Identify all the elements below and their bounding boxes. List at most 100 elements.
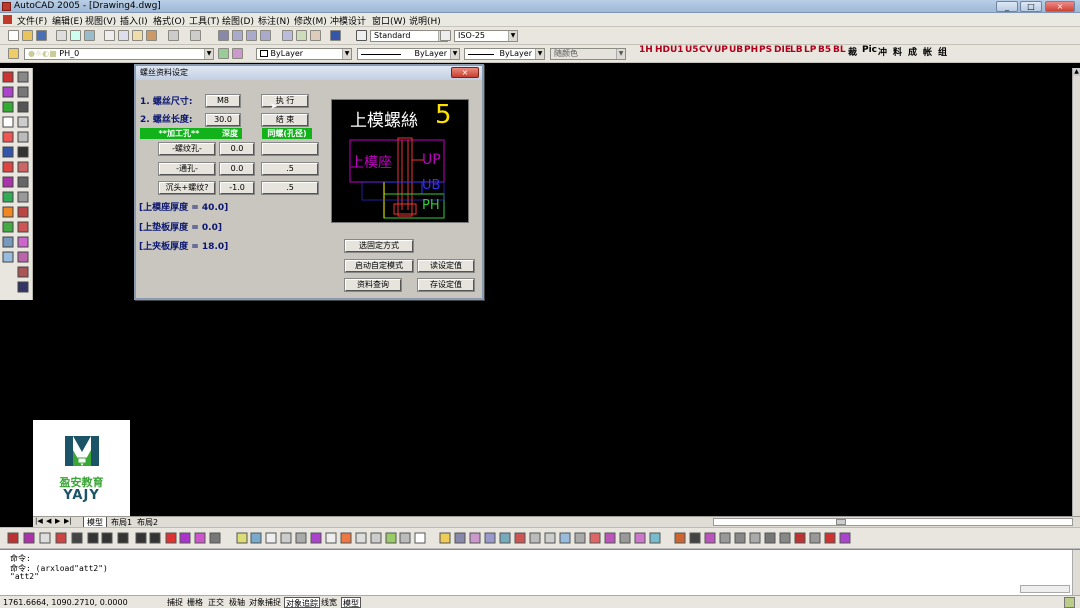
tool-cv-button[interactable]: CV [699,45,713,59]
publish-icon[interactable] [84,30,95,41]
layer-select[interactable]: ●☼◐■ PH_0 ▼ [24,48,214,60]
tool-cut-button[interactable]: 裁 [848,45,857,59]
save-icon[interactable] [36,30,47,41]
screw-size-button[interactable]: M8 [205,94,241,108]
menu-edit[interactable]: 编辑(E) [52,14,83,27]
otrack-toggle[interactable]: 对象追踪 [284,597,320,608]
tool-pic-button[interactable]: Pic [862,45,877,59]
tab-nav-first-icon[interactable]: |◀ [35,517,43,525]
thread-hole-depth-input[interactable]: 0.0 [219,142,255,156]
menu-help[interactable]: 说明(H) [409,14,441,27]
tool-up-button[interactable]: UP [714,45,728,59]
polar-toggle[interactable]: 极轴 [228,597,246,608]
zoom-previous-icon[interactable] [260,30,271,41]
new-file-icon[interactable] [8,30,19,41]
menu-dimension[interactable]: 标注(N) [258,14,290,27]
text-style-icon[interactable] [356,30,367,41]
zoom-realtime-icon[interactable] [232,30,243,41]
scrollbar-thumb[interactable] [836,519,846,525]
paste-icon[interactable] [132,30,143,41]
match-properties-icon[interactable] [146,30,157,41]
menu-modify[interactable]: 修改(M) [294,14,327,27]
tool-u5-button[interactable]: U5 [685,45,699,59]
tool-die-button[interactable]: DIE [774,45,791,59]
screw-length-button[interactable]: 30.0 [205,113,241,127]
through-hole-value-input[interactable]: .5 [261,162,319,176]
thread-hole-value-input[interactable] [261,142,319,156]
tab-nav-next-icon[interactable]: ▶ [55,517,60,525]
menu-insert[interactable]: 插入(I) [120,14,148,27]
menu-file[interactable]: 文件(F) [17,14,47,27]
help-icon[interactable] [330,30,341,41]
color-select[interactable]: ByLayer ▼ [256,48,352,60]
model-toggle[interactable]: 模型 [341,597,361,608]
plot-style-select[interactable]: 随颜色 ▼ [550,48,626,60]
save-settings-button[interactable]: 存设定值 [417,278,475,292]
doc-icon[interactable] [3,15,12,24]
snap-toggle[interactable]: 捕捉 [166,597,184,608]
counterbore-value-input[interactable]: .5 [261,181,319,195]
layer-manager-icon[interactable] [8,48,19,59]
tool-bl-button[interactable]: BL [833,45,846,59]
start-custom-mode-button[interactable]: 启动自定模式 [344,259,414,273]
lineweight-toggle[interactable]: 线宽 [320,597,338,608]
tool-hd-button[interactable]: HD [655,45,670,59]
close-window-button[interactable]: × [1045,1,1075,12]
pan-icon[interactable] [218,30,229,41]
tool-ps-button[interactable]: PS [759,45,772,59]
copy-icon[interactable] [118,30,129,41]
through-hole-depth-input[interactable]: 0.0 [219,162,255,176]
autocad-app-icon[interactable] [2,2,11,11]
tool-material-button[interactable]: 料 [893,45,902,59]
osnap-toggle[interactable]: 对象捕捉 [248,597,282,608]
tool-punch-button[interactable]: 冲 [878,45,887,59]
dialog-title-bar[interactable]: 螺丝资料设定 [136,66,482,80]
counterbore-thread-button[interactable]: 沉头+螺纹? [158,181,216,195]
print-preview-icon[interactable] [70,30,81,41]
select-fix-method-button[interactable]: 选固定方式 [344,239,414,253]
grid-toggle[interactable]: 栅格 [186,597,204,608]
dim-style-icon[interactable] [440,30,451,41]
menu-format[interactable]: 格式(O) [153,14,185,27]
communication-center-icon[interactable] [1064,597,1075,608]
linetype-select[interactable]: ByLayer ▼ [357,48,460,60]
data-query-button[interactable]: 资料查询 [344,278,402,292]
execute-button[interactable]: 执 行 [261,94,309,108]
cut-icon[interactable] [104,30,115,41]
tool-palettes-icon[interactable] [310,30,321,41]
menu-view[interactable]: 视图(V) [85,14,116,27]
tool-form-button[interactable]: 成 [908,45,917,59]
text-style-select[interactable]: Standard▼ [370,30,448,42]
tool-ph-button[interactable]: PH [744,45,758,59]
tool-ub-button[interactable]: UB [729,45,743,59]
tool-account-button[interactable]: 帐 [923,45,932,59]
print-icon[interactable] [56,30,67,41]
undo-icon[interactable] [168,30,179,41]
modify-tools-icon-strip[interactable] [0,528,1080,550]
tab-nav-last-icon[interactable]: ▶| [64,517,72,525]
tool-b5-button[interactable]: B5 [818,45,831,59]
properties-icon[interactable] [282,30,293,41]
thread-hole-button[interactable]: -螺纹孔- [158,142,216,156]
tool-u1-button[interactable]: U1 [670,45,684,59]
menu-draw[interactable]: 绘图(D) [222,14,254,27]
menu-tools[interactable]: 工具(T) [189,14,220,27]
layer-previous-icon[interactable] [232,48,243,59]
make-current-layer-icon[interactable] [218,48,229,59]
zoom-window-icon[interactable] [246,30,257,41]
tool-1h-button[interactable]: 1H [639,45,653,59]
tool-group-button[interactable]: 组 [938,45,947,59]
dialog-close-button[interactable]: × [451,67,479,78]
end-button[interactable]: 结 束 [261,113,309,127]
design-center-icon[interactable] [296,30,307,41]
command-line-window[interactable]: 命令: 命令: (arxload"att2") "att2" [0,549,1080,596]
open-folder-icon[interactable] [22,30,33,41]
tool-lb-button[interactable]: LB [790,45,803,59]
scroll-up-icon[interactable]: ▲ [1073,68,1080,76]
lineweight-select[interactable]: ByLayer ▼ [464,48,545,60]
maximize-button[interactable]: □ [1020,1,1042,12]
tool-lp-button[interactable]: LP [804,45,816,59]
vertical-scrollbar[interactable]: ▲ [1072,68,1080,516]
menu-die-design[interactable]: 冲模设计 [330,14,366,27]
horizontal-scrollbar[interactable] [713,518,1073,526]
